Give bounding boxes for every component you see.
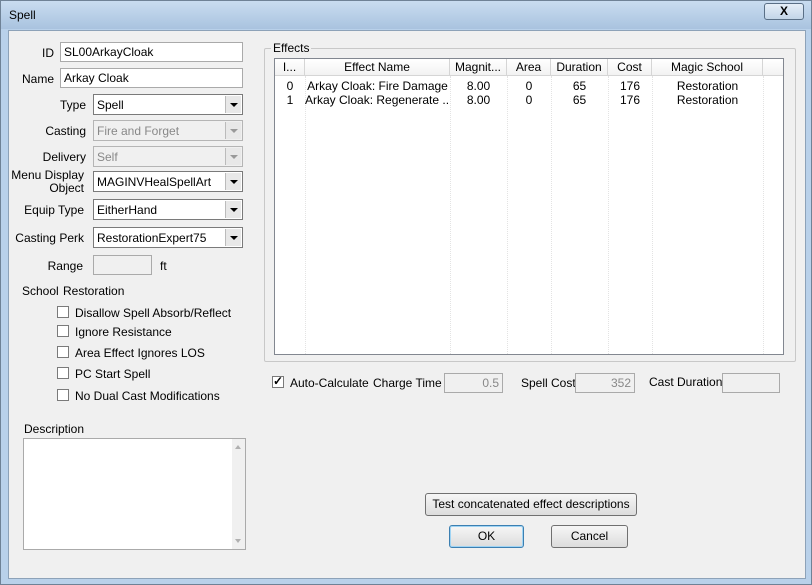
casting-perk-value: RestorationExpert75 bbox=[97, 231, 207, 245]
chevron-down-icon[interactable] bbox=[225, 201, 241, 218]
cell-area: 0 bbox=[525, 79, 533, 93]
disallow-absorb-checkbox[interactable] bbox=[57, 306, 69, 318]
cast-duration-field[interactable] bbox=[722, 373, 780, 393]
ok-button[interactable]: OK bbox=[449, 525, 524, 548]
pc-start-spell-checkbox[interactable] bbox=[57, 367, 69, 379]
equip-type-select[interactable]: EitherHand bbox=[93, 199, 243, 220]
cancel-button[interactable]: Cancel bbox=[551, 525, 628, 548]
chevron-down-icon[interactable] bbox=[225, 96, 241, 113]
charge-time-label: Charge Time bbox=[373, 376, 442, 390]
cell-magnitude: 8.00 bbox=[466, 93, 491, 107]
equip-type-value: EitherHand bbox=[97, 203, 158, 217]
casting-label: Casting bbox=[45, 124, 86, 138]
description-textarea[interactable] bbox=[23, 438, 246, 550]
school-value: Restoration bbox=[63, 284, 125, 298]
pc-start-spell-label: PC Start Spell bbox=[75, 367, 151, 381]
gridline bbox=[450, 76, 451, 354]
cell-effect-name: Arkay Cloak: Regenerate ... bbox=[305, 93, 450, 107]
equip-type-label: Equip Type bbox=[24, 203, 84, 217]
spell-dialog: Spell X ID SL00ArkayCloak Name Arkay Clo… bbox=[0, 0, 812, 585]
col-header-magic-school[interactable]: Magic School bbox=[652, 59, 763, 76]
menu-display-select[interactable]: MAGINVHealSpellArt bbox=[93, 171, 243, 192]
cell-magnitude: 8.00 bbox=[466, 79, 491, 93]
casting-perk-label: Casting Perk bbox=[15, 231, 84, 245]
name-field[interactable]: Arkay Cloak bbox=[60, 68, 243, 88]
area-ignores-los-checkbox[interactable] bbox=[57, 346, 69, 358]
cell-effect-name: Arkay Cloak: Fire Damage bbox=[307, 79, 448, 93]
area-ignores-los-label: Area Effect Ignores LOS bbox=[75, 346, 205, 360]
chevron-down-icon[interactable] bbox=[225, 173, 241, 190]
id-field[interactable]: SL00ArkayCloak bbox=[60, 42, 243, 62]
gridline bbox=[551, 76, 552, 354]
title-bar[interactable]: Spell X bbox=[1, 1, 811, 29]
range-field[interactable] bbox=[93, 255, 152, 275]
cell-area: 0 bbox=[525, 93, 533, 107]
type-select[interactable]: Spell bbox=[93, 94, 243, 115]
menu-display-value: MAGINVHealSpellArt bbox=[97, 175, 212, 189]
col-header-area[interactable]: Area bbox=[507, 59, 551, 76]
test-effect-descriptions-button[interactable]: Test concatenated effect descriptions bbox=[425, 493, 637, 516]
cell-index: 0 bbox=[286, 79, 294, 93]
charge-time-field[interactable]: 0.5 bbox=[444, 373, 503, 393]
casting-value: Fire and Forget bbox=[97, 124, 180, 138]
col-header-effect-name[interactable]: Effect Name bbox=[305, 59, 450, 76]
window-title: Spell bbox=[9, 8, 36, 22]
chevron-down-icon[interactable] bbox=[225, 148, 241, 165]
chevron-down-icon[interactable] bbox=[225, 122, 241, 139]
chevron-down-icon[interactable] bbox=[225, 229, 241, 246]
gridline bbox=[608, 76, 609, 354]
delivery-select[interactable]: Self bbox=[93, 146, 243, 167]
school-label: School bbox=[22, 284, 59, 298]
effects-group-label: Effects bbox=[271, 41, 312, 55]
no-dual-cast-checkbox[interactable] bbox=[57, 389, 69, 401]
scroll-up-icon[interactable] bbox=[235, 445, 241, 449]
gridline bbox=[305, 76, 306, 354]
gridline bbox=[763, 76, 764, 354]
id-label: ID bbox=[42, 46, 54, 60]
disallow-absorb-label: Disallow Spell Absorb/Reflect bbox=[75, 306, 232, 320]
no-dual-cast-label: No Dual Cast Modifications bbox=[75, 389, 220, 403]
dialog-body: ID SL00ArkayCloak Name Arkay Cloak Type … bbox=[8, 30, 806, 579]
auto-calculate-checkbox[interactable] bbox=[272, 374, 284, 388]
description-label: Description bbox=[24, 422, 85, 436]
cell-duration: 65 bbox=[572, 93, 587, 107]
ignore-resistance-label: Ignore Resistance bbox=[75, 325, 172, 339]
spell-cost-field[interactable]: 352 bbox=[575, 373, 635, 393]
col-header-duration[interactable]: Duration bbox=[551, 59, 608, 76]
delivery-value: Self bbox=[97, 150, 118, 164]
close-button[interactable]: X bbox=[764, 3, 804, 20]
type-value: Spell bbox=[97, 98, 124, 112]
col-header-magnitude[interactable]: Magnit... bbox=[450, 59, 507, 76]
cell-magic-school: Restoration bbox=[676, 93, 739, 107]
casting-perk-select[interactable]: RestorationExpert75 bbox=[93, 227, 243, 248]
casting-select[interactable]: Fire and Forget bbox=[93, 120, 243, 141]
range-label: Range bbox=[47, 259, 83, 273]
name-label: Name bbox=[21, 72, 54, 86]
spell-cost-label: Spell Cost bbox=[521, 376, 576, 390]
gridline bbox=[507, 76, 508, 354]
scroll-down-icon[interactable] bbox=[235, 539, 241, 543]
col-header-cost[interactable]: Cost bbox=[608, 59, 652, 76]
ignore-resistance-checkbox[interactable] bbox=[57, 325, 69, 337]
auto-calculate-label: Auto-Calculate bbox=[290, 376, 369, 390]
cell-index: 1 bbox=[286, 93, 294, 107]
cell-cost: 176 bbox=[619, 93, 641, 107]
effects-list[interactable]: I... Effect Name Magnit... Area Duration… bbox=[274, 58, 784, 355]
cell-duration: 65 bbox=[572, 79, 587, 93]
range-unit: ft bbox=[160, 259, 167, 273]
delivery-label: Delivery bbox=[42, 150, 86, 164]
gridline bbox=[652, 76, 653, 354]
col-header-filler bbox=[763, 59, 783, 76]
cell-magic-school: Restoration bbox=[676, 79, 739, 93]
description-scrollbar[interactable] bbox=[232, 439, 245, 549]
cast-duration-label: Cast Duration bbox=[649, 375, 723, 389]
menu-display-label: Menu Display bbox=[11, 168, 84, 182]
cell-cost: 176 bbox=[619, 79, 641, 93]
type-label: Type bbox=[59, 98, 86, 112]
menu-display-label-line2: Object bbox=[49, 181, 84, 195]
col-header-index[interactable]: I... bbox=[275, 59, 305, 76]
